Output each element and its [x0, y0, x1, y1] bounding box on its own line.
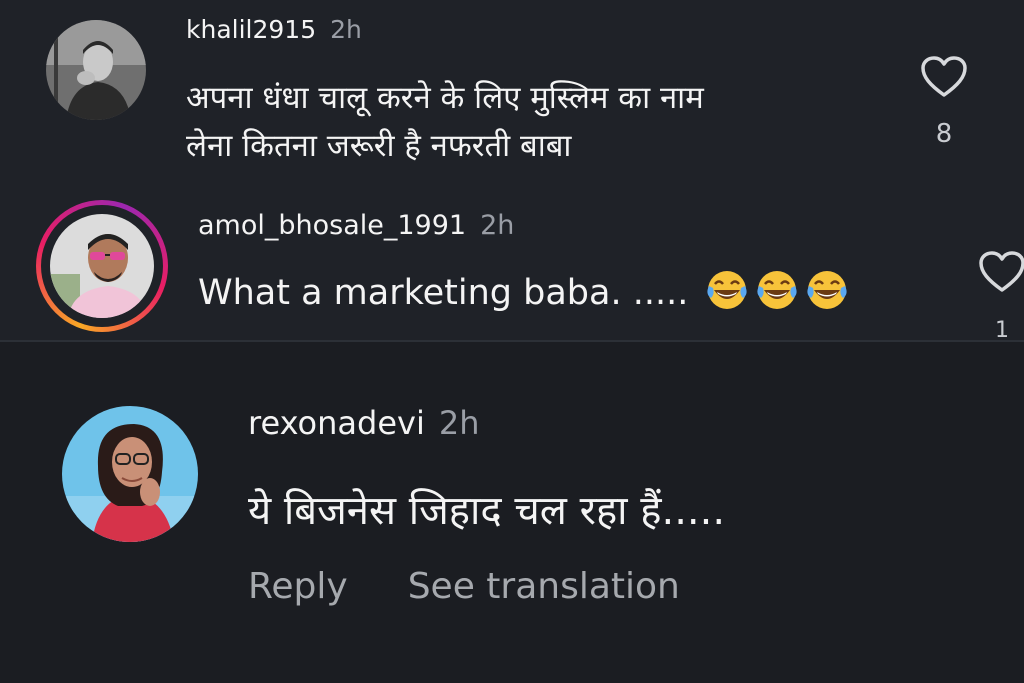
username[interactable]: amol_bhosale_1991	[198, 210, 466, 241]
avatar[interactable]	[62, 406, 198, 542]
username[interactable]: rexonadevi	[248, 404, 425, 442]
heart-outline-icon[interactable]	[920, 56, 968, 103]
comment-text-line: लेना कितना जरूरी है नफरती बाबा	[186, 128, 572, 165]
timestamp: 2h	[480, 210, 515, 241]
like-count: 1	[995, 318, 1009, 340]
reply-button[interactable]: Reply	[248, 566, 348, 607]
comment-text: अपना धंधा चालू करने के लिए मुस्लिम का ना…	[186, 74, 704, 170]
like-control: 1	[976, 250, 1024, 340]
laughing-emoji-icon	[805, 268, 849, 312]
timestamp: 2h	[330, 15, 362, 44]
username[interactable]: khalil2915	[186, 15, 316, 44]
comment-header: rexonadevi 2h	[248, 404, 479, 442]
comments-screen: khalil2915 2h अपना धंधा चालू करने के लिए …	[0, 0, 1024, 683]
comment-text: What a marketing baba. .....	[198, 266, 849, 320]
comment-header: khalil2915 2h	[186, 15, 362, 44]
laughing-emoji-icon	[705, 268, 749, 312]
upper-comments-panel: khalil2915 2h अपना धंधा चालू करने के लिए …	[0, 0, 1024, 340]
comment-text-line: What a marketing baba. .....	[198, 273, 689, 313]
comment-text: ये बिजनेस जिहाद चल रहा हैं.....	[248, 488, 726, 534]
like-control: 8	[918, 55, 970, 149]
see-translation-button[interactable]: See translation	[408, 566, 680, 607]
like-count: 8	[935, 119, 953, 149]
avatar[interactable]	[46, 20, 146, 120]
laughing-emoji-icon	[755, 268, 799, 312]
comment-text-line: अपना धंधा चालू करने के लिए मुस्लिम का ना…	[186, 80, 704, 116]
comment-header: amol_bhosale_1991 2h	[198, 210, 514, 241]
avatar[interactable]	[50, 214, 154, 318]
heart-outline-icon[interactable]	[978, 251, 1024, 298]
comment-actions: Reply See translation	[248, 566, 740, 607]
timestamp: 2h	[438, 404, 480, 442]
